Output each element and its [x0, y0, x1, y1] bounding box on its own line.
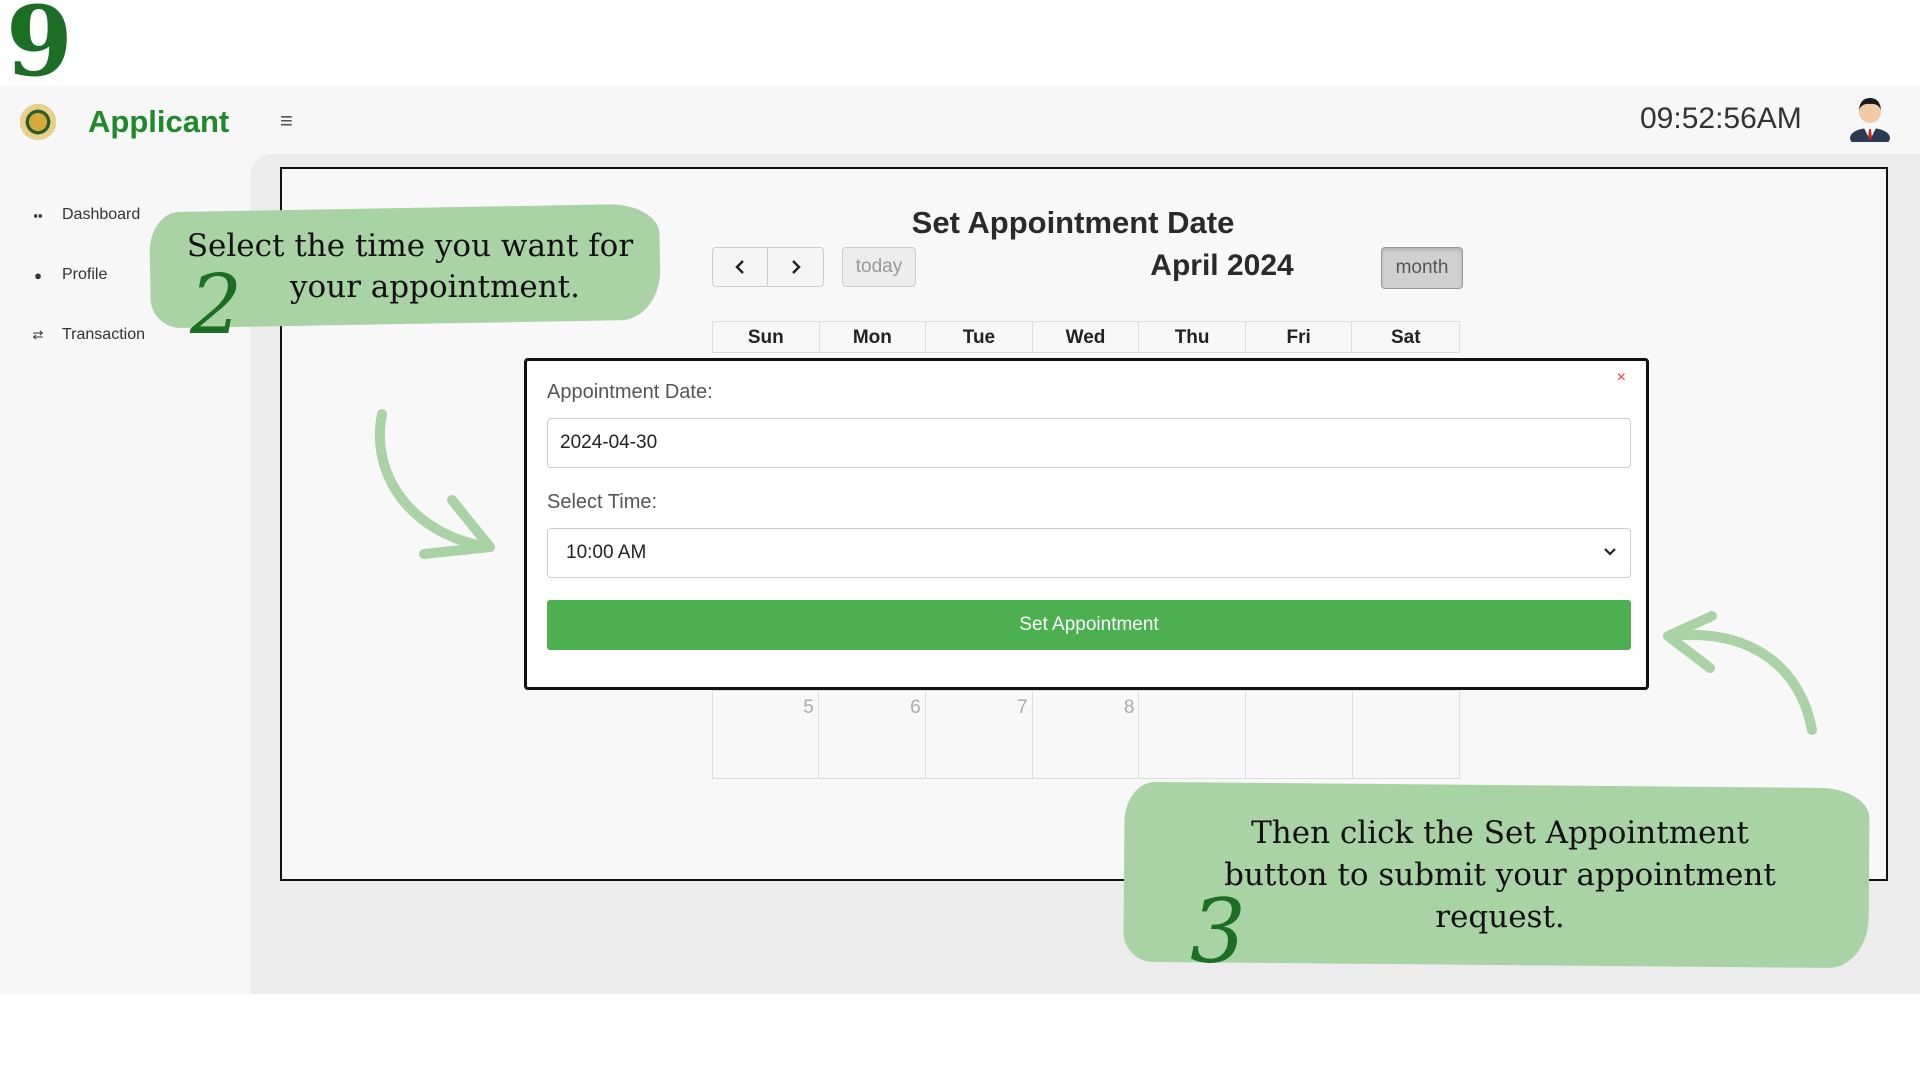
set-appointment-button[interactable]: Set Appointment: [547, 600, 1631, 650]
month-view-button[interactable]: month: [1381, 247, 1463, 289]
select-time-label: Select Time:: [547, 491, 658, 513]
weekday-header: Sun Mon Tue Wed Thu Fri Sat: [712, 321, 1460, 353]
weekday-label: Mon: [820, 322, 927, 352]
sidebar-item-label: Dashboard: [62, 206, 141, 223]
logo-icon: [20, 104, 56, 140]
month-label: April 2024: [1150, 249, 1294, 282]
weekday-label: Wed: [1033, 322, 1140, 352]
page-number: 9: [6, 0, 73, 98]
menu-toggle-button[interactable]: ≡: [280, 108, 293, 134]
clock: 09:52:56AM: [1640, 102, 1802, 135]
avatar[interactable]: [1848, 92, 1892, 142]
callout-line: Then click the Set Appointment: [1251, 815, 1749, 851]
callout-line: button to submit your appointment: [1224, 857, 1776, 893]
calendar-grid: Sun Mon Tue Wed Thu Fri Sat: [712, 321, 1460, 353]
calendar-day[interactable]: [1246, 691, 1354, 779]
weekday-label: Tue: [926, 322, 1033, 352]
step-number: 3: [1190, 880, 1246, 983]
callout-step3: Then click the Set Appointment button to…: [1180, 812, 1820, 938]
user-icon: ●: [34, 267, 42, 283]
sidebar-item-profile[interactable]: ● Profile: [30, 266, 107, 284]
calendar-day[interactable]: 7: [925, 691, 1033, 779]
calendar-nav: [712, 247, 824, 287]
today-button[interactable]: today: [842, 247, 916, 287]
callout-line: your appointment.: [289, 269, 580, 305]
top-bar: Applicant ≡ 09:52:56AM: [0, 86, 1920, 158]
calendar-day[interactable]: 5: [712, 691, 819, 779]
weekday-label: Sun: [713, 322, 820, 352]
arrow-icon: [374, 409, 495, 559]
sidebar-item-transaction[interactable]: ⇄ Transaction: [30, 326, 145, 344]
calendar-week: 5 6 7 8: [712, 691, 1461, 779]
step-number: 2: [190, 258, 243, 353]
callout-line: request.: [1435, 899, 1565, 935]
next-month-button[interactable]: [768, 247, 824, 287]
sidebar-item-dashboard[interactable]: ▪▪ Dashboard: [30, 206, 140, 224]
time-select[interactable]: 10:00 AM: [547, 528, 1631, 578]
chevron-down-icon: [1604, 548, 1616, 556]
calendar-day[interactable]: 6: [818, 691, 926, 779]
callout-step2: Select the time you want for your appoin…: [180, 226, 640, 308]
calendar-day[interactable]: 8: [1032, 691, 1140, 779]
calendar-day[interactable]: [1353, 691, 1461, 779]
brand-title: Applicant: [88, 104, 230, 139]
calendar-day[interactable]: [1139, 691, 1247, 779]
chevron-right-icon: [791, 260, 801, 274]
appointment-date-label: Appointment Date:: [547, 381, 713, 403]
weekday-label: Sat: [1390, 327, 1421, 348]
sidebar-item-label: Profile: [62, 266, 108, 283]
dashboard-icon: ▪▪: [33, 207, 43, 223]
chevron-left-icon: [735, 260, 744, 274]
close-icon[interactable]: ×: [1617, 369, 1626, 387]
sidebar-item-label: Transaction: [62, 326, 145, 343]
weekday-label: Thu: [1139, 322, 1246, 352]
appointment-date-field[interactable]: 2024-04-30: [547, 418, 1631, 468]
appointment-modal: × Appointment Date: 2024-04-30 Select Ti…: [524, 358, 1649, 690]
callout-line: Select the time you want for: [186, 228, 634, 264]
transfer-icon: ⇄: [32, 327, 44, 342]
weekday-label: Fri: [1246, 322, 1353, 352]
arrow-icon: [1663, 611, 1817, 735]
prev-month-button[interactable]: [712, 247, 768, 287]
time-select-value: 10:00 AM: [566, 542, 647, 563]
